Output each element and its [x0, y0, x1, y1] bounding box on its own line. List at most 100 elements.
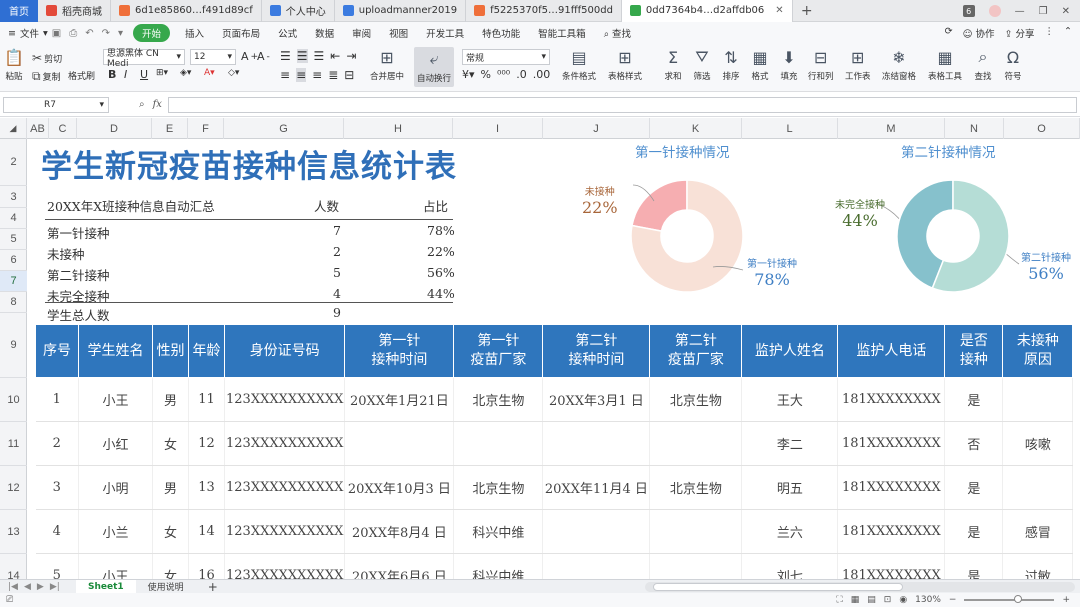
collab-button[interactable]: ☺ 协作: [963, 26, 995, 40]
table-cell[interactable]: 女: [152, 509, 189, 554]
new-tab-button[interactable]: +: [793, 3, 821, 19]
column-header[interactable]: H: [344, 118, 453, 139]
table-header-cell[interactable]: 是否 接种: [944, 324, 1004, 378]
table-cell[interactable]: [344, 421, 455, 466]
column-header[interactable]: M: [838, 118, 945, 139]
column-header[interactable]: O: [1004, 118, 1080, 139]
table-cell[interactable]: 16: [188, 553, 225, 579]
column-header[interactable]: N: [945, 118, 1004, 139]
first-sheet-icon[interactable]: |◀: [8, 582, 18, 592]
menu-item[interactable]: 智能工具箱: [529, 26, 595, 40]
table-cell[interactable]: [542, 509, 651, 554]
table-cell[interactable]: 2: [35, 421, 79, 466]
row-header[interactable]: 10: [0, 378, 27, 422]
row-header[interactable]: 5: [0, 229, 27, 250]
name-box[interactable]: R7 ▾: [3, 96, 109, 113]
table-cell[interactable]: [1002, 377, 1074, 422]
table-header-cell[interactable]: 监护人电话: [837, 324, 946, 378]
font-shrink-button[interactable]: A-: [257, 50, 270, 63]
table-cell[interactable]: 20XX年10月3 日: [344, 465, 455, 510]
donut-slice[interactable]: [631, 179, 688, 233]
menu-item[interactable]: 视图: [380, 26, 417, 40]
row-header[interactable]: 8: [0, 292, 27, 313]
redo-icon[interactable]: ↷: [98, 28, 114, 39]
table-cell[interactable]: 20XX年1月21日: [344, 377, 455, 422]
merge-center-button[interactable]: ⊞ 合并居中: [370, 47, 404, 83]
macro-record-icon[interactable]: ⎚: [6, 595, 13, 605]
table-header-cell[interactable]: 监护人姓名: [741, 324, 839, 378]
table-header-cell[interactable]: 性别: [152, 324, 189, 378]
select-all-corner[interactable]: ◢: [0, 118, 27, 139]
format-painter-button[interactable]: 格式刷: [68, 69, 95, 82]
donut-chart-1[interactable]: [622, 171, 752, 301]
table-cell[interactable]: 123XXXXXXXXXX: [224, 421, 346, 466]
fill-button[interactable]: ⬇ 填充: [779, 47, 799, 83]
font-grow-button[interactable]: A +: [241, 50, 258, 63]
table-cell[interactable]: [453, 421, 544, 466]
find-button[interactable]: ⌕ 查找: [973, 47, 993, 82]
table-cell[interactable]: 是: [944, 465, 1004, 510]
sort-button[interactable]: ⇅ 排序: [721, 47, 741, 83]
restore-icon[interactable]: ❐: [1039, 6, 1048, 17]
zoom-out-icon[interactable]: −: [949, 595, 957, 605]
table-cell[interactable]: 20XX年11月4 日: [542, 465, 651, 510]
table-cell[interactable]: 181XXXXXXXX: [837, 421, 946, 466]
font-name-select[interactable]: 思源黑体 CN Medi ▾: [103, 49, 185, 69]
table-header-cell[interactable]: 第二针 疫苗厂家: [649, 324, 743, 378]
number-format-select[interactable]: 常规 ▾: [462, 49, 550, 65]
browser-tab[interactable]: uploadmanner2019: [335, 0, 467, 22]
table-cell[interactable]: 20XX年8月4 日: [344, 509, 455, 554]
row-header[interactable]: 9: [0, 313, 27, 378]
table-cell[interactable]: 李二: [741, 421, 839, 466]
scrollbar-thumb[interactable]: [653, 583, 903, 591]
horizontal-scrollbar[interactable]: [645, 582, 1075, 592]
column-header[interactable]: G: [224, 118, 344, 139]
column-header[interactable]: J: [543, 118, 650, 139]
table-row[interactable]: 5 小王女 16 123XXXXXXXXXX 20XX年6月6 日科兴中维 刘七 181XX…: [35, 553, 1074, 579]
page-break-icon[interactable]: ⊡: [884, 595, 892, 605]
zoom-formula-icon[interactable]: ⌕: [139, 99, 145, 110]
table-cell[interactable]: 是: [944, 553, 1004, 579]
table-cell[interactable]: 123XXXXXXXXXX: [224, 377, 346, 422]
fill-color-icon[interactable]: ◈▾: [180, 68, 191, 78]
table-header-cell[interactable]: 学生姓名: [78, 324, 153, 378]
table-cell[interactable]: 北京生物: [453, 465, 544, 510]
paste-button[interactable]: 📋 粘贴: [4, 47, 24, 83]
table-cell[interactable]: 小红: [78, 421, 153, 466]
table-cell[interactable]: 181XXXXXXXX: [837, 377, 946, 422]
table-cell[interactable]: 科兴中维: [453, 509, 544, 554]
row-header[interactable]: 11: [0, 422, 27, 466]
normal-view-icon[interactable]: ▦: [851, 595, 860, 605]
zoom-slider-knob[interactable]: [1014, 595, 1023, 603]
number-format-group[interactable]: ¥▾% ⁰⁰⁰ .0 .00: [462, 68, 550, 81]
table-cell[interactable]: 123XXXXXXXXXX: [224, 465, 346, 510]
avatar[interactable]: [988, 5, 1001, 17]
align-top-group[interactable]: ☰ ☰ ☰ ⇤ ⇥: [280, 49, 356, 63]
cut-button[interactable]: ✂ 剪切: [32, 51, 62, 65]
symbol-button[interactable]: Ω 符号: [1003, 47, 1023, 83]
print-icon[interactable]: ⎙: [65, 28, 81, 39]
table-header-cell[interactable]: 第一针 接种时间: [344, 324, 455, 378]
zoom-slider[interactable]: [964, 595, 1055, 603]
table-cell[interactable]: [649, 509, 743, 554]
sheet-tab-sheet1[interactable]: Sheet1: [76, 579, 136, 594]
table-cell[interactable]: 小明: [78, 465, 153, 510]
browser-tab[interactable]: 0dd7364b4…d2affdb06 ✕: [621, 0, 793, 22]
menu-item[interactable]: 特色功能: [473, 26, 529, 40]
table-cell[interactable]: 5: [35, 553, 79, 579]
table-header-cell[interactable]: 未接种 原因: [1002, 324, 1074, 378]
bold-button[interactable]: B: [108, 68, 116, 81]
table-cell[interactable]: 过敏: [1002, 553, 1074, 579]
share-button[interactable]: ⇪ 分享: [1005, 26, 1035, 40]
table-cell[interactable]: 181XXXXXXXX: [837, 509, 946, 554]
filter-button[interactable]: ⛛ 筛选: [692, 47, 712, 82]
table-cell[interactable]: 20XX年3月1 日: [542, 377, 651, 422]
table-cell[interactable]: 181XXXXXXXX: [837, 553, 946, 579]
menu-item[interactable]: 页面布局: [213, 26, 269, 40]
table-cell[interactable]: 兰六: [741, 509, 839, 554]
table-style-button[interactable]: ⊞ 表格样式: [608, 47, 642, 83]
row-header[interactable]: 6: [0, 250, 27, 271]
table-cell[interactable]: 女: [152, 421, 189, 466]
tab-home[interactable]: 首页: [0, 0, 38, 22]
browser-tab[interactable]: 6d1e85860…f491d89cf: [111, 0, 262, 22]
